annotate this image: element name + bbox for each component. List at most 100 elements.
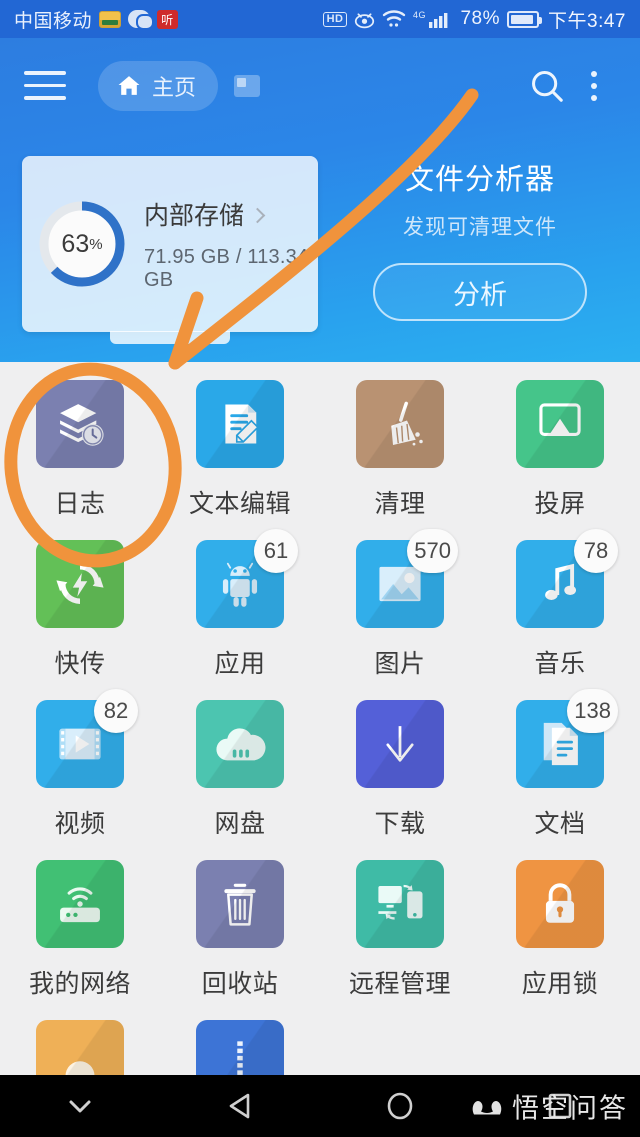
broom-icon bbox=[356, 380, 444, 468]
hamburger-menu-icon[interactable] bbox=[24, 63, 70, 109]
tile-wrap bbox=[356, 380, 444, 468]
tab-home-label: 主页 bbox=[152, 74, 197, 100]
grid-item-15[interactable]: 应用锁 bbox=[480, 860, 640, 1020]
grid-item-13[interactable]: 回收站 bbox=[160, 860, 320, 1020]
document-pencil-icon bbox=[196, 380, 284, 468]
grid-item-label: 应用 bbox=[214, 650, 266, 678]
battery-icon bbox=[507, 10, 543, 28]
storage-percent: 63% bbox=[61, 229, 103, 258]
svg-text:4G: 4G bbox=[413, 10, 426, 20]
grid-item-9[interactable]: 网盘 bbox=[160, 700, 320, 860]
grid-item-6[interactable]: 570 图片 bbox=[320, 529, 480, 700]
grid-item-label: 音乐 bbox=[534, 650, 586, 678]
storage-usage: 71.95 GB / 113.34 GB bbox=[144, 246, 309, 291]
grid-item-label: 我的网络 bbox=[28, 970, 131, 998]
grid-item-badge: 78 bbox=[574, 529, 618, 573]
tab-window-icon[interactable] bbox=[234, 74, 261, 97]
tile-wrap: 78 bbox=[516, 529, 618, 628]
app-bar: 主页 bbox=[0, 38, 640, 133]
tile-wrap bbox=[516, 380, 604, 468]
back-triangle-icon[interactable] bbox=[160, 1092, 320, 1120]
grid-item-2[interactable]: 清理 bbox=[320, 380, 480, 540]
grid-item-label: 应用锁 bbox=[521, 970, 599, 998]
storage-ring: 63% bbox=[36, 198, 128, 290]
tile-wrap bbox=[356, 700, 444, 788]
tile-wrap bbox=[356, 860, 444, 948]
grid-item-10[interactable]: 下载 bbox=[320, 700, 480, 860]
grid-item-12[interactable]: 我的网络 bbox=[0, 860, 160, 1020]
analyze-button[interactable]: 分析 bbox=[373, 263, 587, 321]
tile-wrap bbox=[36, 540, 124, 628]
grid-item-label: 日志 bbox=[54, 490, 106, 518]
grid-item-label: 清理 bbox=[374, 490, 426, 518]
file-analyzer-panel: 文件分析器 发现可清理文件 分析 bbox=[320, 156, 640, 321]
home-icon bbox=[116, 73, 142, 98]
analyzer-subtitle: 发现可清理文件 bbox=[403, 216, 557, 239]
grid-item-label: 回收站 bbox=[201, 970, 279, 998]
storage-title-row: 内部存储 bbox=[144, 196, 318, 232]
storage-title: 内部存储 bbox=[144, 202, 245, 230]
grid-item-label: 文档 bbox=[534, 810, 586, 838]
storage-text: 内部存储 71.95 GB / 113.34 GB bbox=[144, 196, 318, 292]
app-grid: 日志 文本编辑 清理 投屏 快传 61 应用 570 图片 78 音乐 82 视… bbox=[0, 362, 640, 1108]
signal-4g-icon: 4G bbox=[413, 9, 453, 29]
status-bar-left: 中国移动 听 bbox=[14, 6, 179, 33]
tile-wrap: 570 bbox=[356, 529, 458, 628]
cast-screen-icon bbox=[516, 380, 604, 468]
status-bar: 中国移动 听 HD 4G 78% 下午3:47 bbox=[0, 0, 640, 38]
remote-manage-icon bbox=[356, 860, 444, 948]
tile-wrap: 138 bbox=[516, 689, 618, 788]
carrier-label: 中国移动 bbox=[14, 10, 93, 32]
grid-item-0[interactable]: 日志 bbox=[0, 380, 160, 540]
kebab-menu-icon[interactable] bbox=[572, 61, 616, 111]
fast-transfer-icon bbox=[36, 540, 124, 628]
sim-card-icon bbox=[99, 10, 122, 28]
grid-item-1[interactable]: 文本编辑 bbox=[160, 380, 320, 540]
tile-wrap bbox=[196, 860, 284, 948]
grid-item-label: 视频 bbox=[54, 810, 106, 838]
grid-item-badge: 138 bbox=[567, 689, 618, 733]
hide-nav-chevron-icon[interactable] bbox=[0, 1096, 160, 1116]
grid-item-label: 远程管理 bbox=[348, 970, 451, 998]
grid-item-label: 投屏 bbox=[534, 490, 586, 518]
wifi-icon bbox=[382, 9, 406, 29]
tile-wrap bbox=[196, 380, 284, 468]
tile-wrap bbox=[196, 700, 284, 788]
router-wifi-icon bbox=[36, 860, 124, 948]
home-circle-icon[interactable] bbox=[320, 1091, 480, 1121]
hd-icon: HD bbox=[322, 11, 348, 27]
header-hero: 主页 63% 内部存储 71.95 GB / 113.34 GB 文件分析器 发… bbox=[0, 38, 640, 362]
tile-wrap: 82 bbox=[36, 689, 138, 788]
grid-item-badge: 570 bbox=[407, 529, 458, 573]
grid-item-8[interactable]: 82 视频 bbox=[0, 689, 160, 860]
ting-app-icon: 听 bbox=[157, 9, 179, 29]
grid-item-label: 图片 bbox=[374, 650, 426, 678]
watermark: 悟空问答 bbox=[470, 1087, 628, 1126]
chevron-right-icon bbox=[249, 207, 266, 223]
grid-item-7[interactable]: 78 音乐 bbox=[480, 529, 640, 700]
tile-wrap bbox=[36, 380, 124, 468]
download-arrow-icon bbox=[356, 700, 444, 788]
internal-storage-card[interactable]: 63% 内部存储 71.95 GB / 113.34 GB bbox=[22, 156, 318, 344]
trash-bin-icon bbox=[196, 860, 284, 948]
clock-label: 下午3:47 bbox=[548, 10, 626, 32]
grid-item-3[interactable]: 投屏 bbox=[480, 380, 640, 540]
grid-item-14[interactable]: 远程管理 bbox=[320, 860, 480, 1020]
search-icon[interactable] bbox=[522, 61, 572, 111]
cloud-icon bbox=[196, 700, 284, 788]
tile-wrap bbox=[36, 860, 124, 948]
grid-item-label: 文本编辑 bbox=[188, 490, 291, 518]
layers-clock-icon bbox=[36, 380, 124, 468]
phone-screen: 中国移动 听 HD 4G 78% 下午3:47 主页 63 % 内部存储 71.… bbox=[0, 0, 640, 1137]
battery-percent-label: 78% bbox=[460, 8, 501, 29]
grid-item-4[interactable]: 快传 bbox=[0, 540, 160, 700]
grid-item-11[interactable]: 138 文档 bbox=[480, 689, 640, 860]
grid-item-label: 网盘 bbox=[214, 810, 266, 838]
grid-item-label: 快传 bbox=[54, 650, 106, 678]
tile-wrap bbox=[516, 860, 604, 948]
eye-comfort-icon bbox=[354, 9, 375, 30]
tab-home[interactable]: 主页 bbox=[98, 60, 219, 111]
watermark-text: 悟空问答 bbox=[512, 1093, 628, 1124]
status-bar-right: HD 4G 78% 下午3:47 bbox=[322, 6, 626, 33]
grid-item-5[interactable]: 61 应用 bbox=[160, 529, 320, 700]
